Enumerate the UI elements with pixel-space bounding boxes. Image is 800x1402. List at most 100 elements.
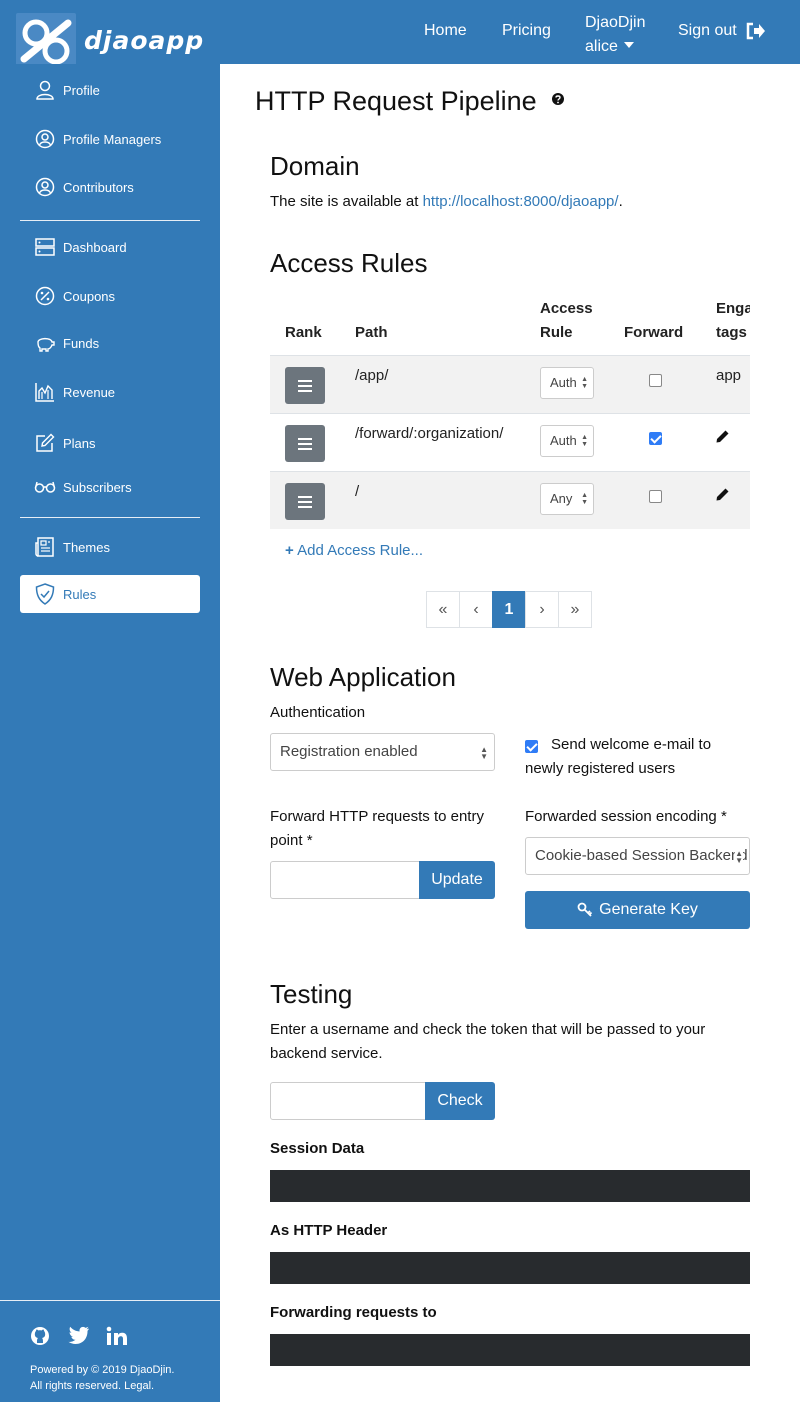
table-row: / Any ▲ ▼ <box>270 471 750 529</box>
sidebar: Profile Profile Managers Contributors Da… <box>0 64 220 1402</box>
sidebar-item-label: Plans <box>63 435 96 451</box>
engagement-tags[interactable]: app <box>716 367 741 384</box>
session-data-label: Session Data <box>270 1140 365 1157</box>
col-access-rule: Access Rule <box>540 300 593 341</box>
footer-copyright: Powered by © 2019 DjaoDjin. All rights r… <box>30 1364 175 1392</box>
chart-icon <box>34 381 56 403</box>
pencil-icon[interactable] <box>716 488 729 501</box>
access-rule-select[interactable]: Auth ▲ ▼ <box>540 425 594 457</box>
select-arrows-icon: ▲ ▼ <box>735 849 743 865</box>
access-rules-heading: Access Rules <box>270 248 428 278</box>
testing-heading: Testing <box>270 979 353 1009</box>
add-access-rule-link[interactable]: + Add Access Rule... <box>285 542 423 559</box>
sidebar-item-revenue[interactable]: Revenue <box>20 373 200 411</box>
rule-path: /app/ <box>355 367 389 384</box>
pagination: « ‹ 1 › » <box>426 591 592 628</box>
forward-checkbox[interactable] <box>649 490 662 503</box>
domain-text: The site is available at http://localhos… <box>270 193 623 210</box>
server-icon <box>34 236 56 258</box>
session-encoding-select[interactable]: Cookie-based Session Backend ▲ ▼ <box>525 837 750 875</box>
bars-icon <box>298 437 312 450</box>
domain-url-link[interactable]: http://localhost:8000/djaoapp/ <box>423 193 619 210</box>
page-next[interactable]: › <box>525 591 559 628</box>
sidebar-divider <box>20 517 200 518</box>
user-icon <box>34 79 56 101</box>
top-navbar: djaoapp Home Pricing DjaoDjin alice Sign… <box>0 0 800 71</box>
check-button[interactable]: Check <box>425 1082 495 1120</box>
sidebar-footer-divider <box>0 1300 220 1301</box>
bars-icon <box>298 379 312 392</box>
drag-handle[interactable] <box>285 425 325 462</box>
djaoapp-logo[interactable] <box>16 13 76 71</box>
pencil-icon[interactable] <box>716 430 729 443</box>
welcome-email-label-line2: newly registered users <box>525 760 676 777</box>
sidebar-item-label: Funds <box>63 335 100 351</box>
access-rule-select[interactable]: Auth ▲ ▼ <box>540 367 594 399</box>
bars-icon <box>298 495 312 508</box>
nav-home[interactable]: Home <box>424 22 467 40</box>
table-row: /app/ Auth ▲ ▼ app <box>270 355 750 413</box>
authentication-select[interactable]: Registration enabled ▲ ▼ <box>270 733 495 771</box>
sidebar-item-label: Coupons <box>63 288 116 304</box>
caret-down-icon <box>623 42 634 48</box>
forward-entry-label: Forward HTTP requests to entry point * <box>270 808 484 849</box>
forward-checkbox[interactable] <box>649 432 662 445</box>
brand-name[interactable]: djaoapp <box>84 26 204 55</box>
user-circle-icon <box>34 176 56 198</box>
shield-icon <box>34 583 56 605</box>
forward-checkbox[interactable] <box>649 374 662 387</box>
github-icon[interactable] <box>30 1326 50 1346</box>
sidebar-item-dashboard[interactable]: Dashboard <box>20 228 200 266</box>
main-content: HTTP Request Pipeline Domain The site is… <box>220 64 800 1402</box>
sidebar-item-contributors[interactable]: Contributors <box>20 168 200 206</box>
sidebar-item-profile[interactable]: Profile <box>20 71 200 109</box>
sidebar-item-subscribers[interactable]: Subscribers <box>20 468 200 506</box>
rule-path: /forward/:organization/ <box>355 425 504 442</box>
newspaper-icon <box>34 536 56 558</box>
user-circle-icon <box>34 128 56 150</box>
nav-signout[interactable]: Sign out <box>678 22 737 40</box>
sidebar-item-rules[interactable]: Rules <box>20 575 200 613</box>
web-application-heading: Web Application <box>270 662 456 692</box>
session-encoding-label: Forwarded session encoding * <box>525 808 727 825</box>
col-rank: Rank <box>285 324 322 341</box>
sidebar-item-coupons[interactable]: Coupons <box>20 277 200 315</box>
select-arrows-icon: ▲ ▼ <box>581 492 588 506</box>
access-rule-select[interactable]: Any ▲ ▼ <box>540 483 594 515</box>
sidebar-item-plans[interactable]: Plans <box>20 424 200 462</box>
drag-handle[interactable] <box>285 367 325 404</box>
sidebar-item-label: Rules <box>63 586 97 602</box>
sidebar-item-themes[interactable]: Themes <box>20 528 200 566</box>
username-input[interactable] <box>270 1082 427 1120</box>
nav-pricing[interactable]: Pricing <box>502 22 551 40</box>
http-header-output <box>270 1252 750 1284</box>
page-current[interactable]: 1 <box>492 591 526 628</box>
sidebar-item-label: Subscribers <box>63 479 132 495</box>
page-first[interactable]: « <box>426 591 460 628</box>
forwarding-label: Forwarding requests to <box>270 1304 437 1321</box>
page-prev[interactable]: ‹ <box>459 591 493 628</box>
update-button[interactable]: Update <box>419 861 495 899</box>
user-menu-org: DjaoDjin <box>585 14 646 31</box>
generate-key-button[interactable]: Generate Key <box>525 891 750 929</box>
authentication-label: Authentication <box>270 704 366 721</box>
edit-icon <box>34 432 56 454</box>
sidebar-item-label: Contributors <box>63 179 134 195</box>
select-arrows-icon: ▲ ▼ <box>480 745 488 761</box>
sign-out-icon[interactable] <box>745 22 765 40</box>
sidebar-item-funds[interactable]: Funds <box>20 324 200 362</box>
user-menu-name: alice <box>585 38 618 55</box>
welcome-email-checkbox[interactable] <box>525 740 538 753</box>
question-circle-icon[interactable] <box>552 93 564 105</box>
glasses-icon <box>34 476 56 498</box>
entry-point-input[interactable] <box>270 861 420 899</box>
twitter-icon[interactable] <box>68 1326 90 1344</box>
page-last[interactable]: » <box>558 591 592 628</box>
drag-handle[interactable] <box>285 483 325 520</box>
col-forward: Forward <box>624 324 684 341</box>
user-menu[interactable]: DjaoDjin alice <box>585 11 645 59</box>
sidebar-item-label: Revenue <box>63 384 116 400</box>
sidebar-item-profile-managers[interactable]: Profile Managers <box>20 120 200 158</box>
linkedin-icon[interactable] <box>106 1326 128 1346</box>
key-icon <box>577 902 593 917</box>
